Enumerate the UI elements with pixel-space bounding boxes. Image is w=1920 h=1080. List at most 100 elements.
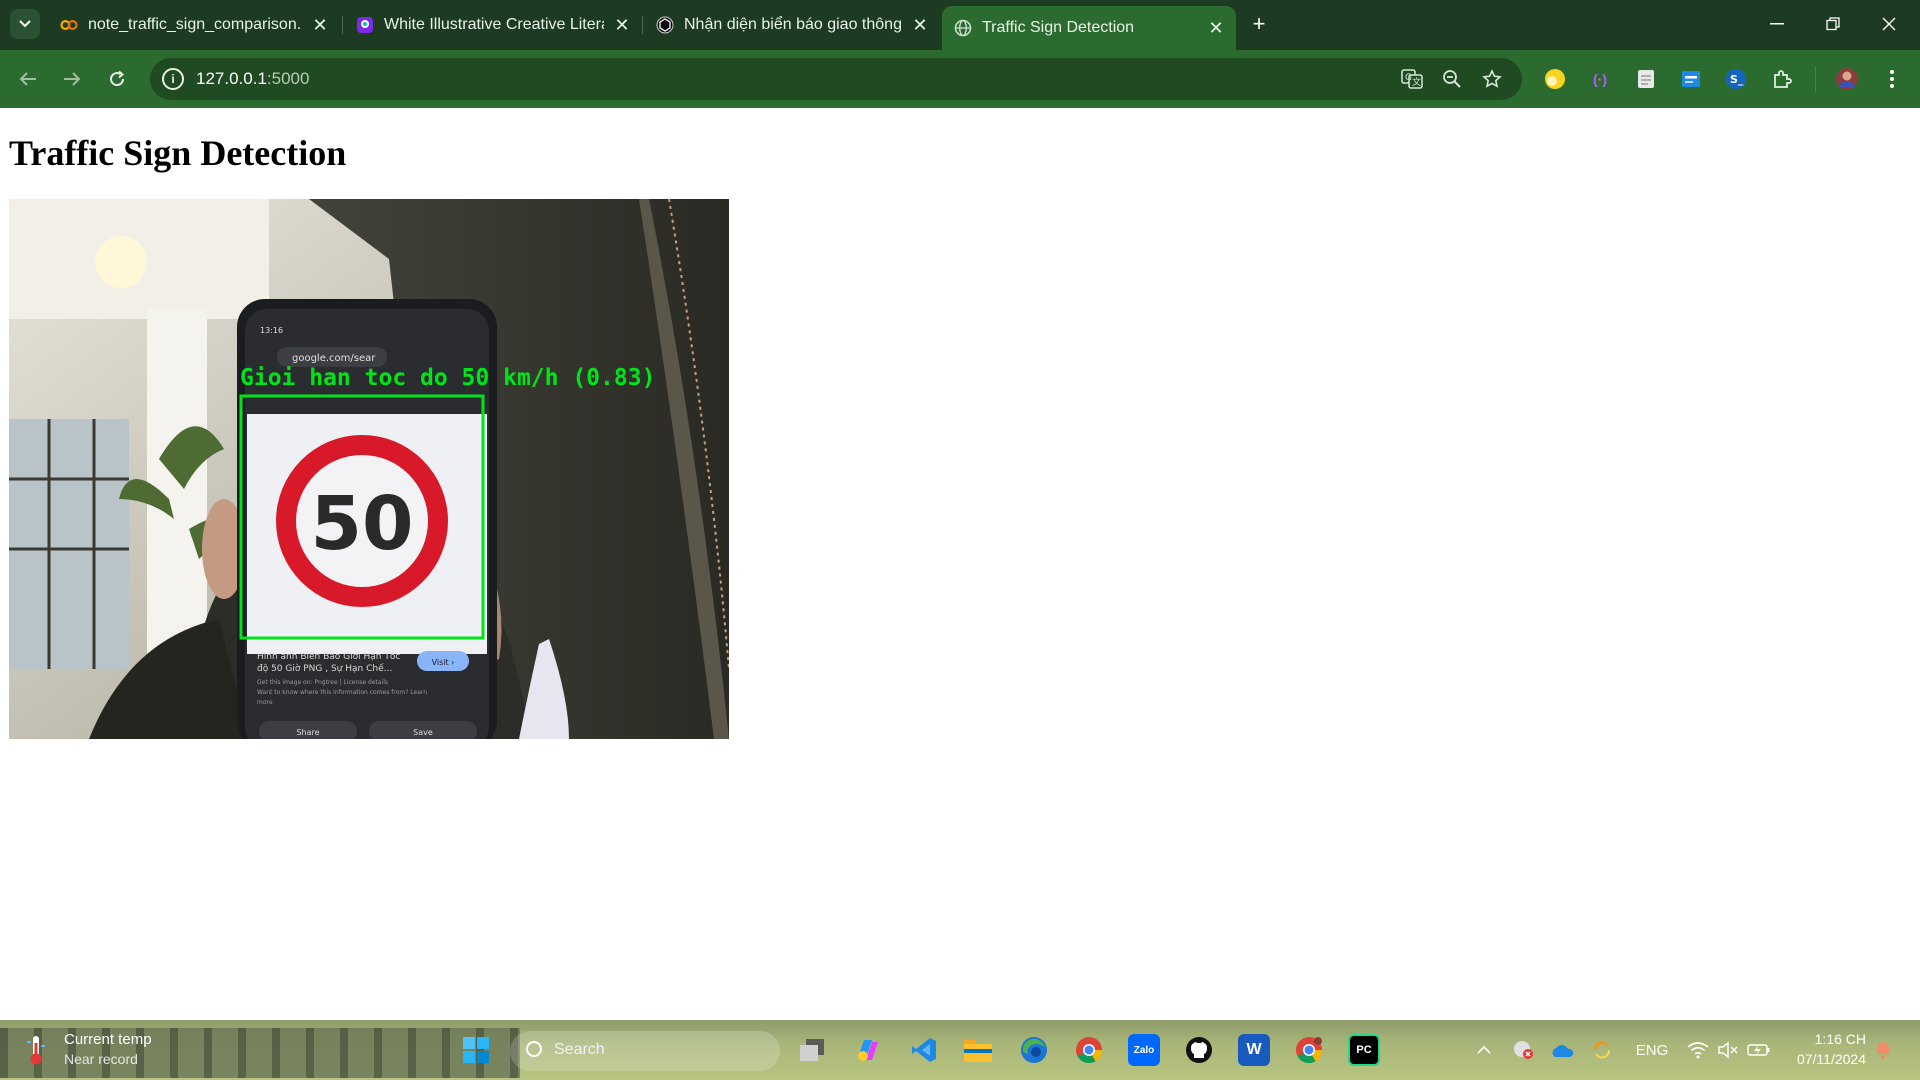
taskbar-search[interactable]: Search xyxy=(510,1031,780,1071)
phone-share-label: Share xyxy=(296,728,319,737)
site-info-icon[interactable]: i xyxy=(162,68,184,90)
tab-traffic-sign-detection[interactable]: Traffic Sign Detection ✕ xyxy=(942,6,1236,50)
url-host: 127.0.0.1 xyxy=(196,69,267,88)
chrome-icon[interactable] xyxy=(1073,1034,1105,1066)
chevron-down-icon xyxy=(19,20,31,28)
tab-title: Traffic Sign Detection xyxy=(982,19,1135,36)
close-icon[interactable]: ✕ xyxy=(1206,18,1226,39)
input-language[interactable]: ENG xyxy=(1634,1037,1670,1063)
word-icon[interactable]: W xyxy=(1238,1034,1270,1066)
thermometer-icon[interactable] xyxy=(26,1034,46,1066)
tab-colab[interactable]: note_traffic_sign_comparison.ip ✕ xyxy=(48,8,340,42)
phone-caption: Hình ảnh Biển Báo Giới Hạn Tốc xyxy=(257,651,400,662)
file-explorer-icon[interactable] xyxy=(962,1034,994,1066)
tab-strip: note_traffic_sign_comparison.ip ✕ White … xyxy=(0,0,1920,50)
zoom-icon[interactable] xyxy=(1440,68,1464,90)
window xyxy=(9,419,129,669)
close-window-button[interactable] xyxy=(1866,6,1912,42)
search-icon xyxy=(526,1041,542,1057)
weather-title[interactable]: Current temp xyxy=(64,1031,152,1048)
zalo-icon[interactable]: Zalo xyxy=(1128,1034,1160,1066)
phone-time: 13:16 xyxy=(260,326,283,335)
profile-avatar[interactable] xyxy=(1835,67,1859,91)
windows-start-icon[interactable] xyxy=(460,1034,492,1066)
phone-visit-label: Visit › xyxy=(432,658,455,667)
tab-divider xyxy=(342,16,343,34)
defender-icon[interactable] xyxy=(1510,1037,1538,1063)
battery-icon[interactable] xyxy=(1744,1037,1774,1063)
speaker-muted-icon[interactable] xyxy=(1714,1037,1742,1063)
tab-chatgpt[interactable]: Nhận diện biển báo giao thông ✕ xyxy=(644,8,940,42)
purple-brackets-extension-icon[interactable]: (·) xyxy=(1588,67,1612,91)
pycharm-icon[interactable]: PC xyxy=(1348,1034,1380,1066)
chevron-up-icon[interactable] xyxy=(1472,1037,1496,1063)
svg-text:S_: S_ xyxy=(1730,73,1744,86)
minimize-button[interactable] xyxy=(1754,6,1800,42)
sync-icon[interactable] xyxy=(1588,1037,1616,1063)
clock-time: 1:16 CH xyxy=(1814,1031,1866,1047)
reload-icon xyxy=(110,70,125,87)
task-view-icon[interactable] xyxy=(796,1034,828,1066)
svg-text:文: 文 xyxy=(1412,76,1421,88)
more-menu-icon[interactable] xyxy=(1880,67,1904,91)
weather-subtitle[interactable]: Near record xyxy=(64,1051,138,1067)
tab-divider xyxy=(642,16,643,34)
arrow-left-icon xyxy=(19,72,36,86)
minimize-icon xyxy=(1770,23,1784,25)
page-title: Traffic Sign Detection xyxy=(9,133,347,173)
id-card-extension-icon[interactable] xyxy=(1679,67,1703,91)
video-stream: 13:16 google.com/sear 50 Hình ảnh Biển B… xyxy=(9,199,729,739)
browser-toolbar: i 127.0.0.1:5000 G文 xyxy=(0,50,1920,108)
puzzle-extensions-icon[interactable] xyxy=(1770,67,1794,91)
bookmark-star-icon[interactable] xyxy=(1480,68,1504,90)
clock-date: 07/11/2024 xyxy=(1796,1051,1866,1067)
copilot-icon[interactable] xyxy=(852,1034,884,1066)
tab-title: note_traffic_sign_comparison.ip xyxy=(88,16,302,33)
canva-icon xyxy=(356,16,374,34)
tab-search-button[interactable] xyxy=(10,9,40,39)
taskbar-clock[interactable]: 1:16 CH 07/11/2024 xyxy=(1797,1029,1866,1069)
reload-button[interactable] xyxy=(101,63,133,95)
globe-icon xyxy=(954,19,972,37)
onedrive-icon[interactable] xyxy=(1548,1037,1576,1063)
close-icon[interactable]: ✕ xyxy=(612,15,632,36)
tab-title: White Illustrative Creative Litera xyxy=(384,16,604,33)
toolbar-divider xyxy=(1815,66,1816,92)
phone-caption: độ 50 Giờ PNG , Sự Hạn Chế... xyxy=(257,663,392,674)
sign-number: 50 xyxy=(311,481,414,567)
url-port: :5000 xyxy=(266,69,310,88)
tab-canva[interactable]: White Illustrative Creative Litera ✕ xyxy=(344,8,642,42)
search-label: Search xyxy=(554,1041,605,1058)
chatgpt-icon xyxy=(656,16,674,34)
close-icon[interactable]: ✕ xyxy=(910,15,930,36)
forward-button[interactable] xyxy=(56,63,88,95)
colab-icon xyxy=(60,16,78,34)
url-text[interactable]: 127.0.0.1:5000 xyxy=(196,69,309,89)
arrow-right-icon xyxy=(64,72,81,86)
new-tab-button[interactable]: + xyxy=(1245,10,1273,38)
phone-save-label: Save xyxy=(413,728,433,737)
phone-caption: Get this image on: Pngtree | License det… xyxy=(257,679,388,686)
tab-title: Nhận diện biển báo giao thông xyxy=(684,16,902,33)
vscode-icon[interactable] xyxy=(908,1034,940,1066)
edge-icon[interactable] xyxy=(1018,1034,1050,1066)
phone-caption: more xyxy=(257,699,273,706)
chrome-profile-icon[interactable] xyxy=(1293,1034,1325,1066)
blue-s-extension-icon[interactable]: S_ xyxy=(1724,67,1748,91)
address-bar[interactable]: i 127.0.0.1:5000 G文 xyxy=(150,58,1522,100)
phone-caption: Want to know where this information come… xyxy=(257,689,427,696)
github-icon[interactable] xyxy=(1183,1034,1215,1066)
translate-icon[interactable]: G文 xyxy=(1400,68,1424,90)
camera-frame: 13:16 google.com/sear 50 Hình ảnh Biển B… xyxy=(9,199,729,739)
close-icon[interactable]: ✕ xyxy=(310,15,330,36)
back-button[interactable] xyxy=(12,63,44,95)
yellow-circle-extension-icon[interactable] xyxy=(1543,67,1567,91)
notification-bell-icon[interactable] xyxy=(1870,1037,1896,1063)
wifi-icon[interactable] xyxy=(1684,1037,1712,1063)
restore-button[interactable] xyxy=(1810,6,1856,42)
svg-text:G: G xyxy=(1405,73,1412,83)
document-extension-icon[interactable] xyxy=(1634,67,1658,91)
restore-icon xyxy=(1826,17,1840,31)
ceiling-lamp xyxy=(95,236,147,288)
taskbar: Current temp Near record Search Zalo W P… xyxy=(0,1020,1920,1080)
